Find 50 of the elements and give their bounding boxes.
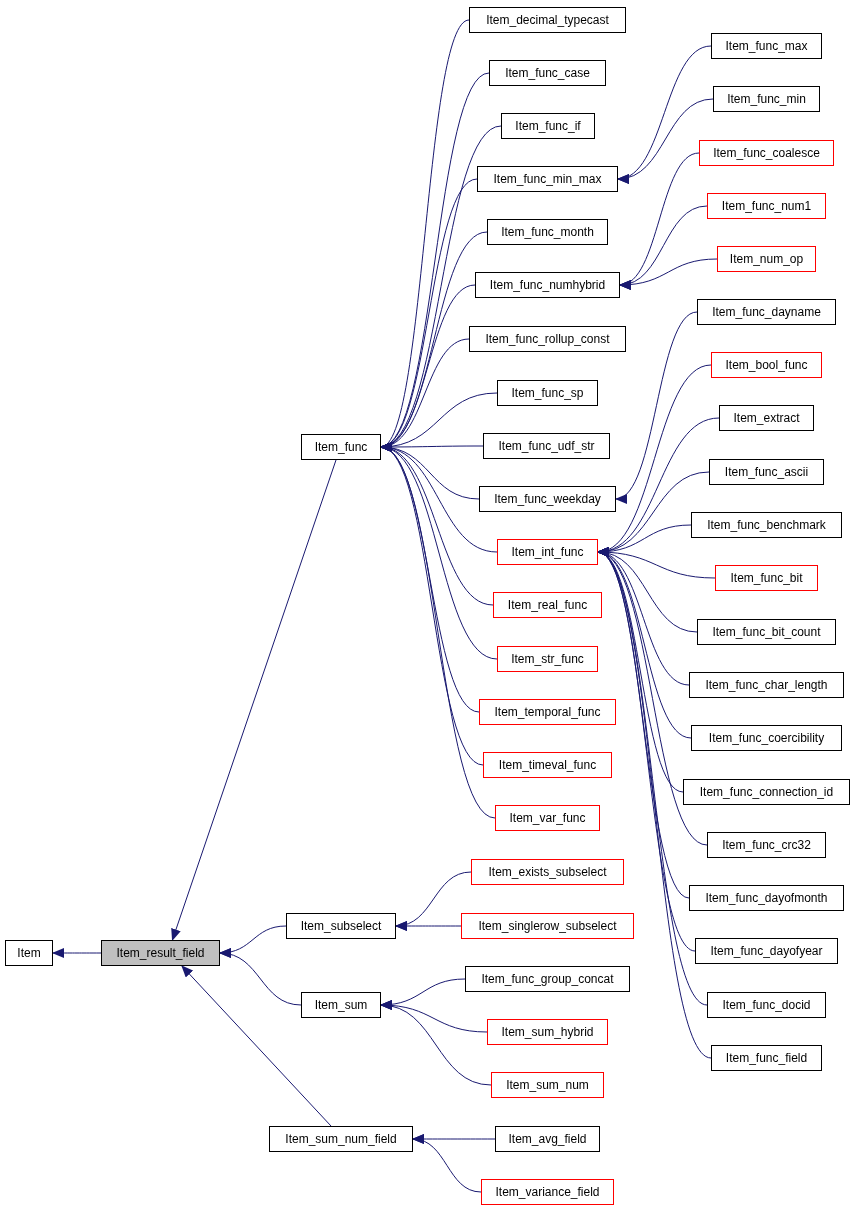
class-node[interactable]: Item_func_max <box>711 33 822 59</box>
class-node[interactable]: Item_func_bit <box>715 565 818 591</box>
inheritance-arrow <box>52 948 102 958</box>
class-node[interactable]: Item_func_crc32 <box>707 832 826 858</box>
class-node[interactable]: Item_timeval_func <box>483 752 612 778</box>
class-node[interactable]: Item_func_docid <box>707 992 826 1018</box>
class-node[interactable]: Item_func_coalesce <box>699 140 834 166</box>
class-node[interactable]: Item_func_month <box>487 219 608 245</box>
class-node[interactable]: Item_func_field <box>711 1045 822 1071</box>
class-node[interactable]: Item_decimal_typecast <box>469 7 626 33</box>
class-node[interactable]: Item_func_benchmark <box>691 512 842 538</box>
class-node[interactable]: Item_func_num1 <box>707 193 826 219</box>
class-node[interactable]: Item_real_func <box>493 592 602 618</box>
class-node[interactable]: Item_func_bit_count <box>697 619 836 645</box>
class-node[interactable]: Item_temporal_func <box>479 699 616 725</box>
class-node[interactable]: Item <box>5 940 53 966</box>
class-node[interactable]: Item_sum_num <box>491 1072 604 1098</box>
class-node[interactable]: Item_func_udf_str <box>483 433 610 459</box>
class-node[interactable]: Item_func_dayofmonth <box>689 885 844 911</box>
class-node[interactable]: Item_int_func <box>497 539 598 565</box>
class-node[interactable]: Item_sum_num_field <box>269 1126 413 1152</box>
class-node[interactable]: Item_sum <box>301 992 381 1018</box>
class-node[interactable]: Item_func_coercibility <box>691 725 842 751</box>
class-node[interactable]: Item_bool_func <box>711 352 822 378</box>
class-node[interactable]: Item_func_numhybrid <box>475 272 620 298</box>
class-node[interactable]: Item_sum_hybrid <box>487 1019 608 1045</box>
class-node[interactable]: Item_func_sp <box>497 380 598 406</box>
class-node[interactable]: Item_func_rollup_const <box>469 326 626 352</box>
class-node[interactable]: Item_num_op <box>717 246 816 272</box>
class-node[interactable]: Item_func_dayofyear <box>695 938 838 964</box>
class-node[interactable]: Item_func <box>301 434 381 460</box>
class-node[interactable]: Item_func_weekday <box>479 486 616 512</box>
class-node[interactable]: Item_func_min_max <box>477 166 618 192</box>
class-node[interactable]: Item_subselect <box>286 913 396 939</box>
class-node[interactable]: Item_func_case <box>489 60 606 86</box>
class-node[interactable]: Item_func_if <box>501 113 595 139</box>
class-node[interactable]: Item_extract <box>719 405 814 431</box>
class-node[interactable]: Item_variance_field <box>481 1179 614 1205</box>
class-node[interactable]: Item_str_func <box>497 646 598 672</box>
class-node[interactable]: Item_func_dayname <box>697 299 836 325</box>
class-node[interactable]: Item_var_func <box>495 805 600 831</box>
class-node[interactable]: Item_func_group_concat <box>465 966 630 992</box>
class-node[interactable]: Item_result_field <box>101 940 220 966</box>
class-node[interactable]: Item_func_ascii <box>709 459 824 485</box>
class-node[interactable]: Item_func_char_length <box>689 672 844 698</box>
class-node[interactable]: Item_avg_field <box>495 1126 600 1152</box>
class-node[interactable]: Item_func_min <box>713 86 820 112</box>
class-node[interactable]: Item_exists_subselect <box>471 859 624 885</box>
class-node[interactable]: Item_func_connection_id <box>683 779 850 805</box>
class-node[interactable]: Item_singlerow_subselect <box>461 913 634 939</box>
